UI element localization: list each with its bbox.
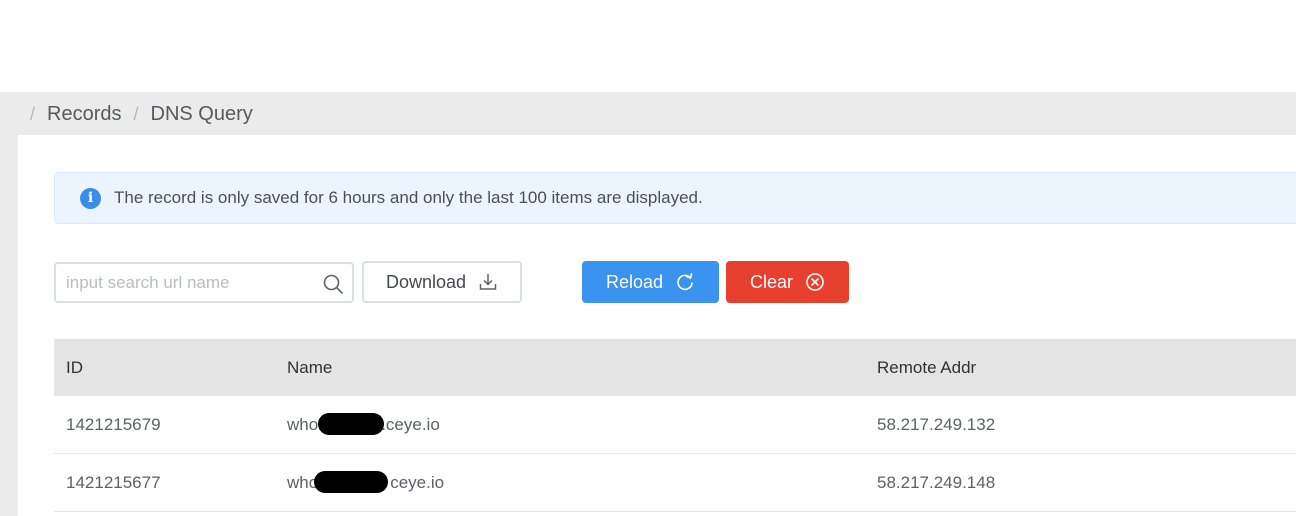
cell-remote-addr: 58.217.249.148 (877, 472, 996, 492)
clear-button[interactable]: Clear (726, 261, 849, 303)
clear-label: Clear (749, 271, 793, 292)
breadcrumb: / Records / DNS Query (30, 102, 265, 126)
redaction-mark (318, 412, 384, 435)
breadcrumb-dns-query: DNS Query (150, 102, 253, 125)
cell-name: who ceye.io (274, 470, 864, 493)
main-area: / Records / DNS Query i The record is on… (0, 92, 1296, 516)
breadcrumb-separator: / (30, 103, 36, 124)
table-header: ID Name Remote Addr (54, 339, 1296, 396)
download-label: Download (385, 271, 467, 292)
name-suffix: .ceye.io (381, 414, 440, 434)
cell-id: 1421215679 (66, 414, 161, 434)
search-input[interactable] (56, 264, 306, 301)
circle-close-icon (806, 273, 824, 291)
cell-name: who .ceye.io (274, 412, 864, 435)
info-alert: i The record is only saved for 6 hours a… (54, 172, 1296, 224)
reload-button[interactable]: Reload (582, 261, 719, 303)
header-id: ID (66, 357, 83, 377)
reload-label: Reload (605, 271, 664, 292)
breadcrumb-separator: / (133, 103, 139, 124)
records-table: ID Name Remote Addr 1421215679 who .ceye.… (54, 339, 1296, 512)
name-suffix: ceye.io (390, 472, 445, 492)
cell-remote-addr: 58.217.249.132 (877, 414, 996, 434)
search-icon[interactable] (322, 273, 344, 295)
table-row: 1421215677 who ceye.io 58.217.249.148 (54, 454, 1296, 512)
breadcrumb-records[interactable]: Records (47, 103, 121, 126)
alert-message: The record is only saved for 6 hours and… (114, 188, 703, 207)
name-prefix: who (287, 414, 319, 434)
download-button[interactable]: Download (362, 261, 522, 303)
refresh-icon (677, 273, 693, 291)
top-bar (0, 0, 1296, 92)
cell-id: 1421215677 (66, 472, 161, 492)
search-box (54, 262, 354, 303)
content-panel: i The record is only saved for 6 hours a… (18, 135, 1296, 516)
info-icon: i (80, 187, 101, 209)
download-icon (479, 274, 497, 290)
header-remote-addr: Remote Addr (877, 357, 977, 377)
header-name: Name (287, 357, 333, 377)
redaction-mark (314, 470, 388, 493)
table-row: 1421215679 who .ceye.io 58.217.249.132 (54, 396, 1296, 454)
